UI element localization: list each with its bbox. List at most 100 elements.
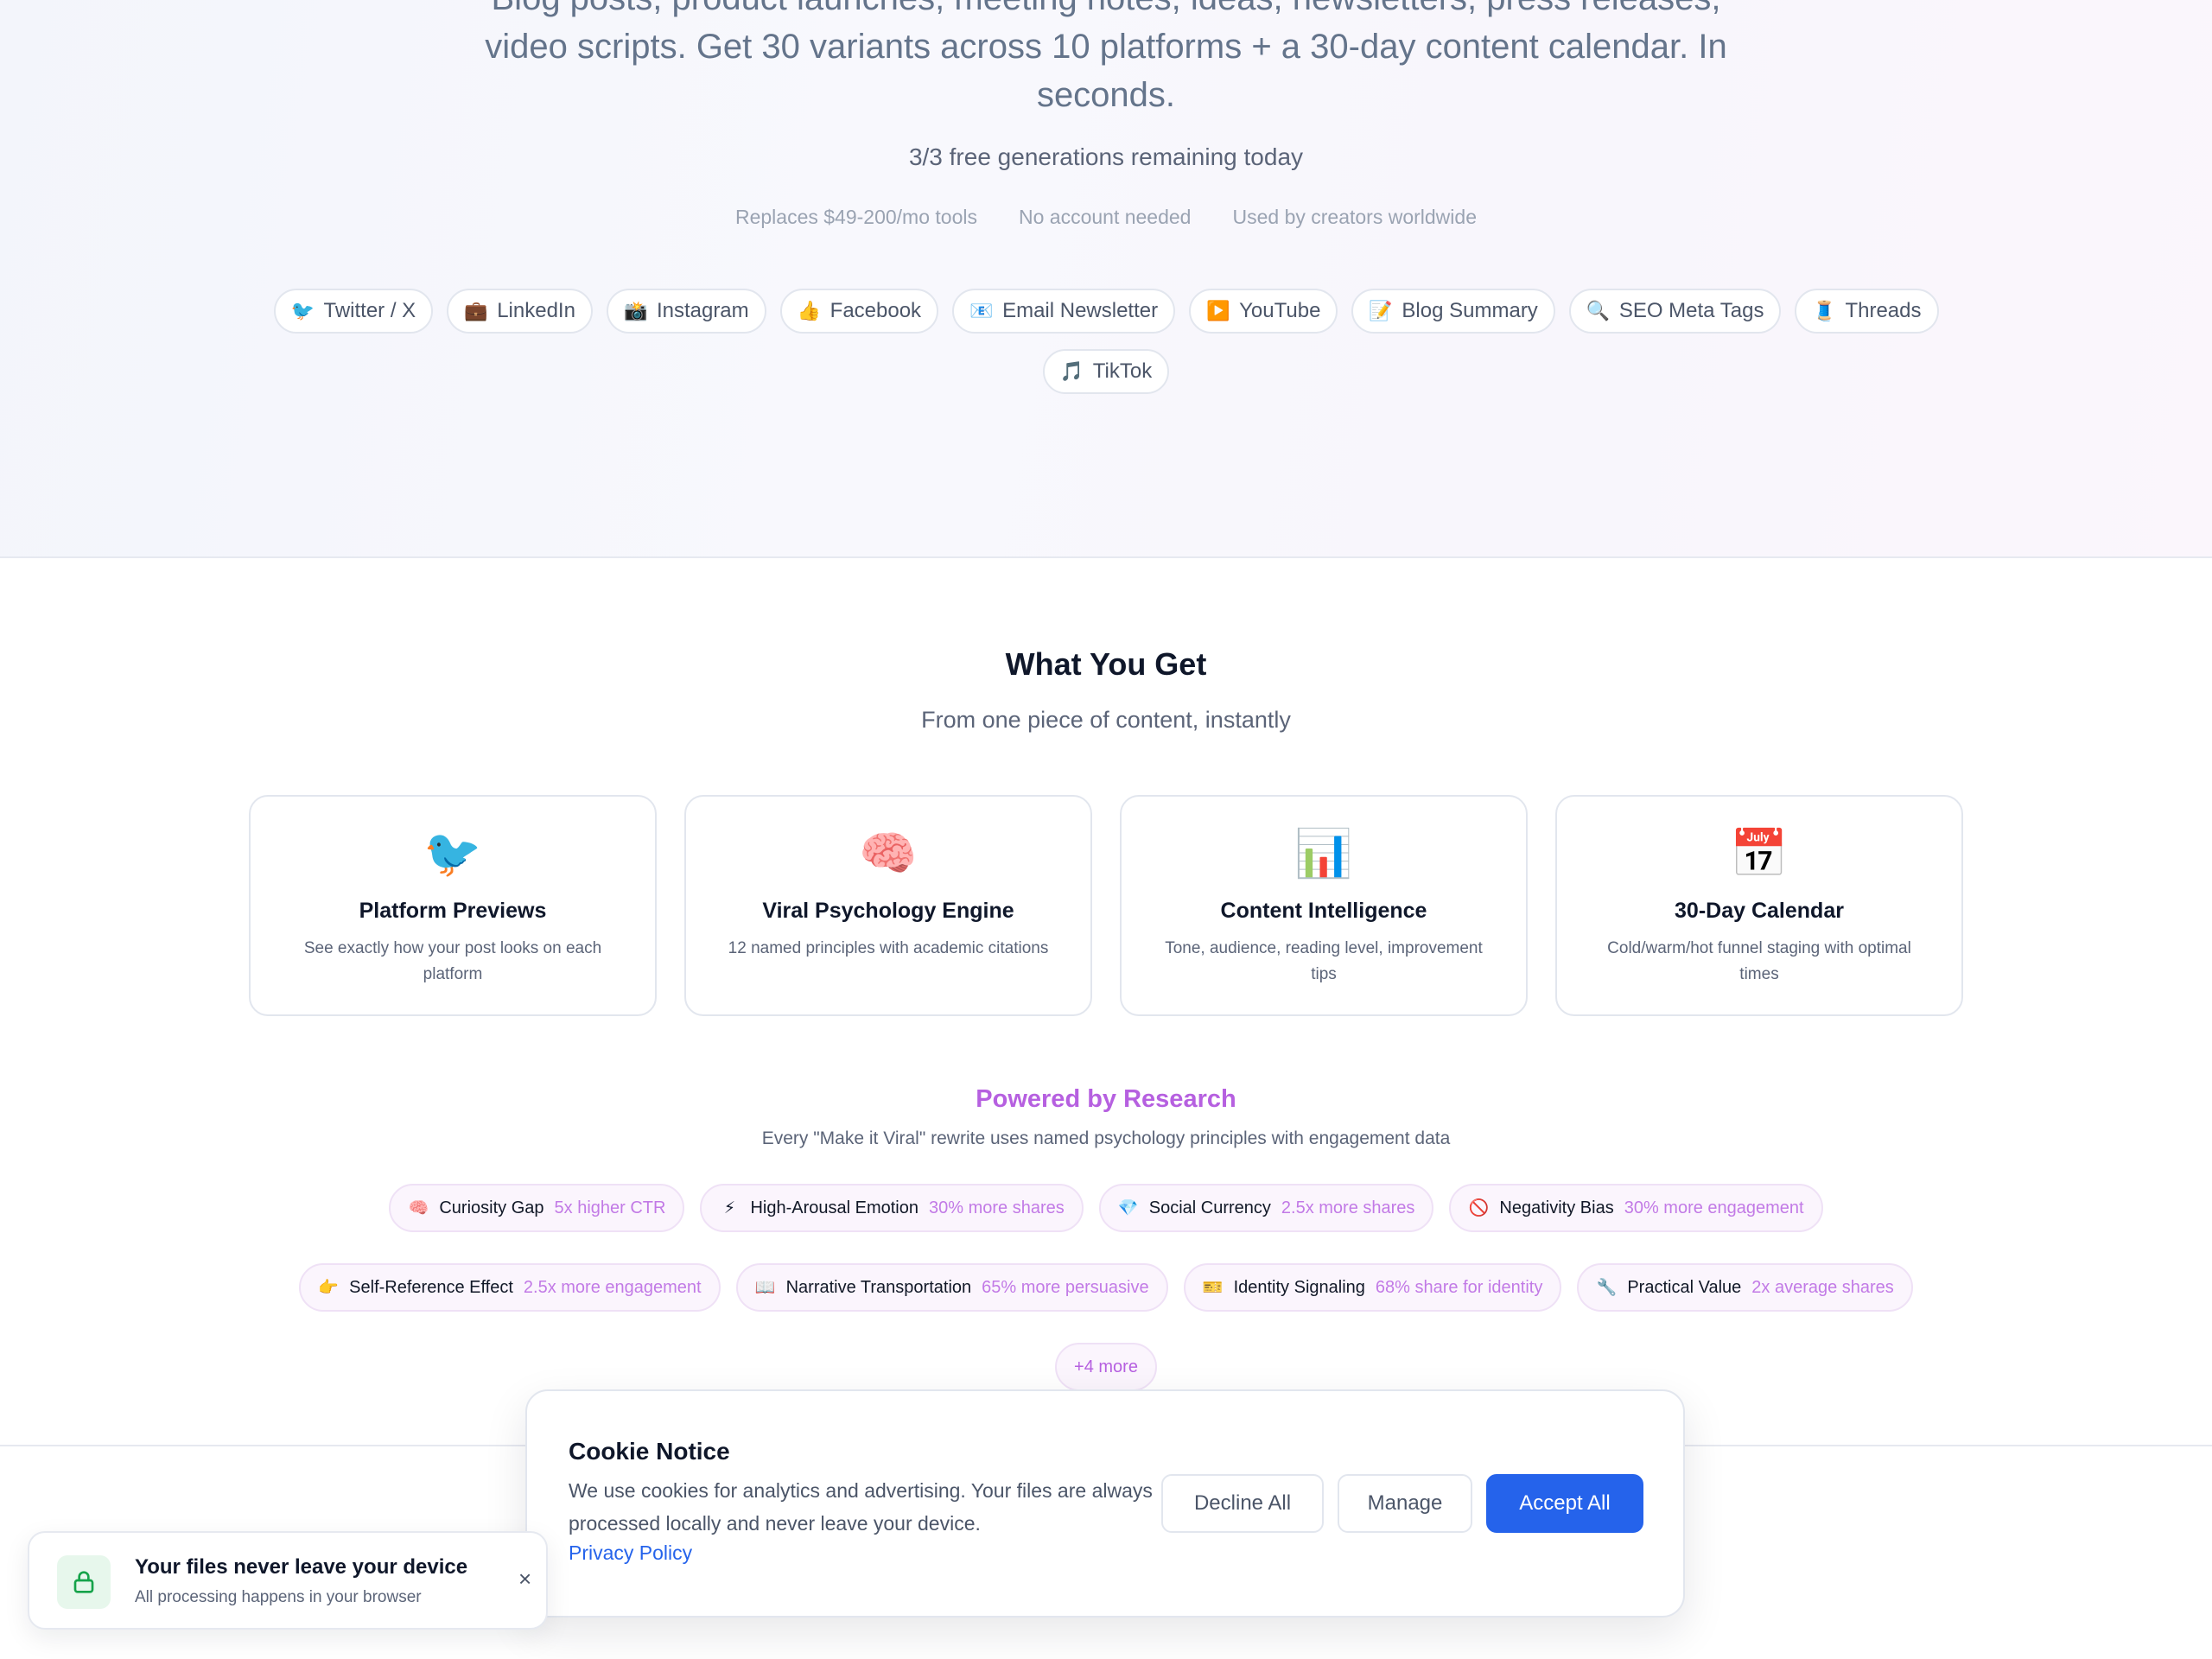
privacy-toast: Your files never leave your device All p… [28,1531,548,1630]
toast-subtitle: All processing happens in your browser [135,1588,422,1606]
thread-spool-icon: 🧵 [1812,300,1836,321]
principle-name: Negativity Bias [1499,1198,1614,1217]
platform-label: YouTube [1239,299,1321,322]
gem-icon: 💎 [1117,1199,1139,1217]
brain-icon: 🧠 [859,828,918,880]
platform-label: Threads [1845,299,1922,322]
feature-card-viral-psychology: 🧠 Viral Psychology Engine 12 named princ… [684,795,1092,1016]
platform-chip-seo-meta-tags[interactable]: 🔍 SEO Meta Tags [1568,289,1782,334]
cookie-text: We use cookies for analytics and adverti… [569,1479,1153,1535]
platform-label: TikTok [1092,359,1153,383]
principle-stat: 30% more engagement [1624,1198,1804,1217]
feature-card-platform-previews: 🐦 Platform Previews See exactly how your… [249,795,657,1016]
principle-stat: 2x average shares [1751,1277,1894,1297]
trust-item: Used by creators worldwide [1232,206,1477,228]
music-note-icon: 🎵 [1059,360,1084,382]
principle-name: Social Currency [1148,1198,1271,1217]
platform-label: SEO Meta Tags [1618,299,1764,322]
principle-name: Practical Value [1627,1277,1742,1297]
platform-label: Twitter / X [323,299,416,322]
platform-label: Email Newsletter [1002,299,1159,322]
bar-chart-icon: 📊 [1294,828,1353,880]
briefcase-icon: 💼 [464,300,488,321]
wrench-icon: 🔧 [1596,1279,1618,1297]
lightning-icon: ⚡ [723,1198,736,1217]
brain-icon: 🧠 [408,1199,429,1217]
platform-chip-linkedin[interactable]: 💼 LinkedIn [447,289,593,334]
bird-icon: 🐦 [423,828,482,880]
platform-chips: 🐦 Twitter / X 💼 LinkedIn 📸 Instagram 👍 Faceb… [259,289,1953,394]
principle-stat: 2.5x more shares [1281,1198,1415,1217]
principle-pill: 🔧 Practical Value 2x average shares [1577,1263,1913,1312]
principle-name: Narrative Transportation [785,1277,972,1297]
platform-chip-tiktok[interactable]: 🎵 TikTok [1042,349,1170,394]
lock-icon [57,1555,111,1609]
principle-stat: 65% more persuasive [982,1277,1149,1297]
privacy-policy-link[interactable]: Privacy Policy [569,1541,692,1565]
principle-stat: 2.5x more engagement [523,1277,702,1297]
platform-label: Instagram [656,299,749,322]
platform-chip-youtube[interactable]: ▶️ YouTube [1189,289,1338,334]
principle-name: Self-Reference Effect [349,1277,513,1297]
accept-all-button[interactable]: Accept All [1486,1474,1643,1533]
principle-stat: 30% more shares [928,1198,1065,1217]
calendar-icon: 📅 [1730,828,1789,880]
principle-name: High-Arousal Emotion [750,1198,918,1217]
principle-name: Identity Signaling [1233,1277,1365,1297]
feature-card-desc: Cold/warm/hot funnel staging with optima… [1607,939,1911,983]
principle-pill: 🧠 Curiosity Gap 5x higher CTR [389,1184,685,1232]
pointing-hand-icon: 👉 [318,1279,339,1297]
feature-card-content-intelligence: 📊 Content Intelligence Tone, audience, r… [1120,795,1528,1016]
feature-card-desc: See exactly how your post looks on each … [303,939,602,983]
features-title: What You Get [1005,646,1207,682]
decline-all-button[interactable]: Decline All [1161,1474,1324,1533]
platform-label: Blog Summary [1402,299,1538,322]
trust-badges: Replaces $49-200/mo tools No account nee… [0,206,2212,229]
more-principles-button[interactable]: +4 more [1055,1343,1157,1391]
feature-card-title: Viral Psychology Engine [762,899,1014,923]
feature-card-title: Content Intelligence [1220,899,1427,923]
research-subtitle: Every "Make it Viral" rewrite uses named… [761,1128,1451,1148]
ticket-icon: 🎫 [1202,1279,1224,1297]
feature-card-desc: Tone, audience, reading level, improveme… [1165,939,1483,983]
trust-item: No account needed [1018,206,1192,228]
platform-label: Facebook [830,299,922,322]
platform-chip-instagram[interactable]: 📸 Instagram [606,289,766,334]
trust-item: Replaces $49-200/mo tools [734,206,977,228]
memo-icon: 📝 [1369,300,1393,321]
principle-stat: 68% share for identity [1375,1277,1543,1297]
thumbs-up-icon: 👍 [797,300,822,321]
manage-button[interactable]: Manage [1338,1474,1472,1533]
principle-pill: 💎 Social Currency 2.5x more shares [1098,1184,1434,1232]
principle-pill: ⚡ High-Arousal Emotion 30% more shares [700,1184,1084,1232]
bird-icon: 🐦 [290,300,315,321]
feature-card-title: 30-Day Calendar [1675,899,1844,923]
platform-chip-twitter[interactable]: 🐦 Twitter / X [273,289,434,334]
play-icon: ▶️ [1206,300,1230,321]
hero-section: Blog posts, product launches, meeting no… [0,0,2212,558]
camera-icon: 📸 [623,300,648,321]
close-icon[interactable]: × [518,1567,531,1590]
magnifier-icon: 🔍 [1586,300,1611,321]
principle-pill: 🚫 Negativity Bias 30% more engagement [1449,1184,1823,1232]
platform-chip-blog-summary[interactable]: 📝 Blog Summary [1351,289,1555,334]
principle-pills: 🧠 Curiosity Gap 5x higher CTR ⚡ High-Arousa… [259,1184,1953,1391]
platform-chip-email-newsletter[interactable]: 📧 Email Newsletter [952,289,1176,334]
feature-card-calendar: 📅 30-Day Calendar Cold/warm/hot funnel s… [1555,795,1963,1016]
principle-pill: 🎫 Identity Signaling 68% share for identit… [1183,1263,1562,1312]
cookie-title: Cookie Notice [569,1438,730,1465]
cookie-notice: Cookie Notice We use cookies for analyti… [525,1389,1685,1618]
research-title: Powered by Research [976,1085,1236,1113]
generations-remaining: 3/3 free generations remaining today [908,143,1304,170]
envelope-icon: 📧 [969,300,994,321]
open-book-icon: 📖 [754,1279,776,1297]
principle-name: Curiosity Gap [439,1198,544,1217]
feature-card-desc: 12 named principles with academic citati… [728,939,1049,957]
toast-title: Your files never leave your device [135,1555,468,1579]
principle-pill: 📖 Narrative Transportation 65% more persua… [735,1263,1168,1312]
principle-pill: 👉 Self-Reference Effect 2.5x more engageme… [299,1263,721,1312]
hero-description: Blog posts, product launches, meeting no… [485,0,1727,114]
principle-stat: 5x higher CTR [554,1198,666,1217]
platform-chip-facebook[interactable]: 👍 Facebook [779,289,939,334]
platform-chip-threads[interactable]: 🧵 Threads [1795,289,1939,334]
